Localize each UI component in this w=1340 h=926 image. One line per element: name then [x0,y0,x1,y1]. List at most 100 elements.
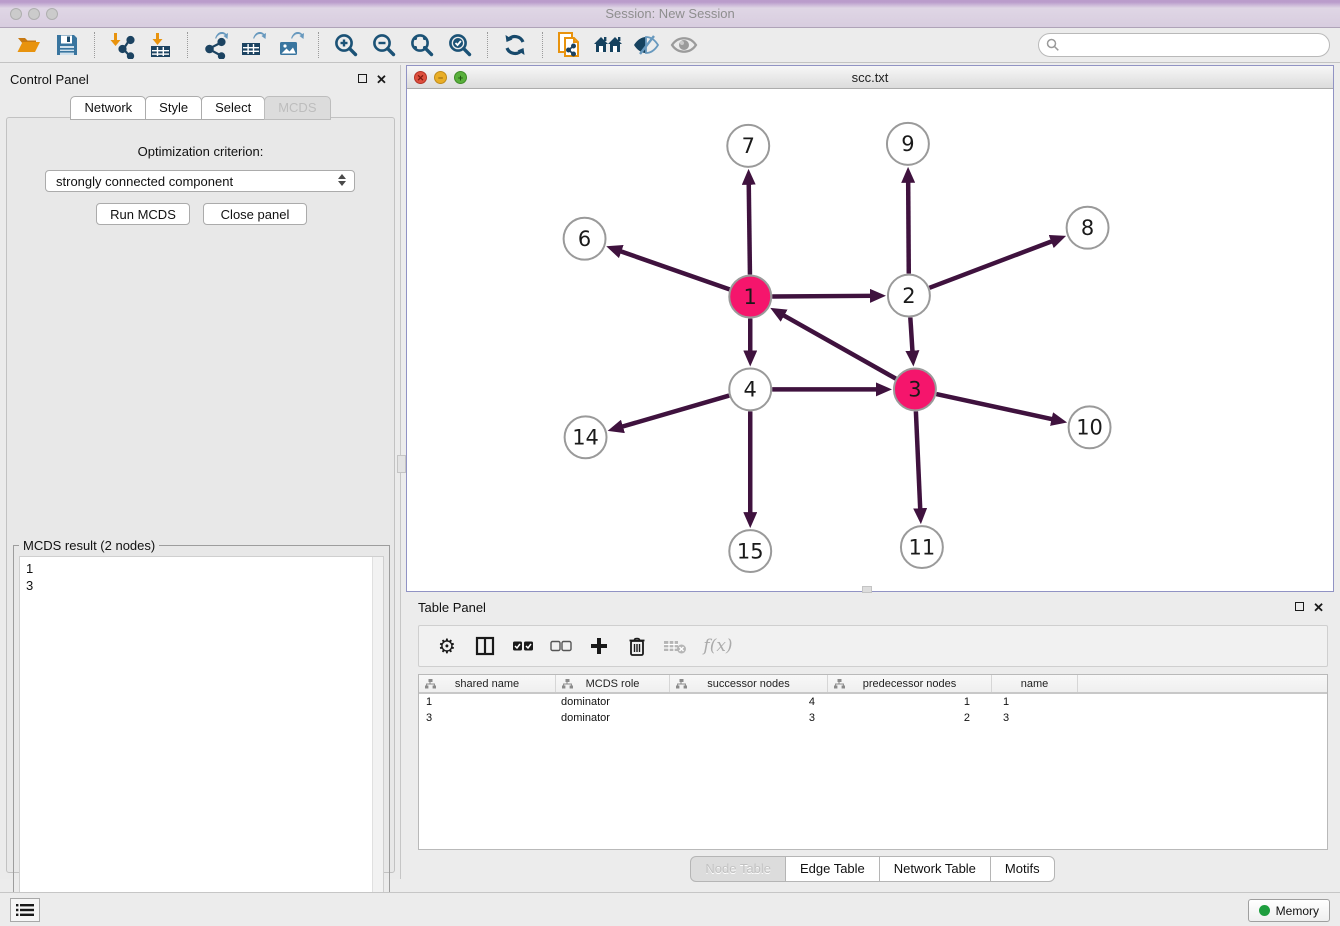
graph-edge-1-2[interactable] [772,296,873,297]
graph-edge-4-14[interactable] [620,396,729,428]
table-cell[interactable]: 3 [670,712,828,724]
graph-edge-3-10[interactable] [936,394,1054,420]
table-cell[interactable]: 4 [670,696,828,708]
columns-icon[interactable] [471,632,499,660]
float-table-panel-icon[interactable] [1295,602,1304,611]
table-cell[interactable]: 1 [419,696,556,708]
table-cell[interactable]: 3 [992,712,1078,724]
close-panel-icon[interactable]: ✕ [376,74,387,85]
zoom-in-icon[interactable] [331,30,361,60]
column-header-mcds-role[interactable]: MCDS role [556,675,670,692]
mcds-result-text[interactable]: 13 [19,556,384,919]
table-row[interactable]: 1dominator411 [419,694,1327,710]
graph-node-label: 14 [572,426,599,450]
network-canvas[interactable]: 7968124314101511 [407,89,1333,591]
search-field-wrap [1038,33,1330,57]
criterion-select[interactable]: strongly connected component [45,170,355,192]
graph-edge-1-7[interactable] [749,182,750,275]
copy-network-icon[interactable] [555,30,585,60]
tab-mcds[interactable]: MCDS [264,96,330,120]
result-line: 1 [26,560,377,577]
graph-edge-3-1[interactable] [782,314,896,378]
column-header-predecessor-nodes[interactable]: predecessor nodes [828,675,992,692]
window-title: Session: New Session [0,6,1340,21]
tab-node-table[interactable]: Node Table [690,856,786,882]
folder-open-icon[interactable] [14,30,44,60]
select-all-checkboxes-icon[interactable] [509,632,537,660]
add-row-icon[interactable] [585,632,613,660]
task-history-button[interactable] [10,898,40,922]
zoom-fit-icon[interactable] [407,30,437,60]
table-cell[interactable]: 3 [419,712,556,724]
mcds-result-box: MCDS result (2 nodes) 13 [13,545,390,925]
memory-button[interactable]: Memory [1248,899,1330,922]
eye-slash-icon[interactable] [631,30,661,60]
toolbar-divider [94,32,95,58]
graph-edge-2-8[interactable] [929,240,1054,287]
tab-style[interactable]: Style [145,96,202,120]
column-header-successor-nodes[interactable]: successor nodes [670,675,828,692]
tab-network[interactable]: Network [70,96,146,120]
table-export-icon[interactable] [238,30,268,60]
vertical-splitter-handle[interactable] [397,455,406,473]
control-panel-title: Control Panel [10,72,89,87]
tab-select[interactable]: Select [201,96,265,120]
toolbar-divider [487,32,488,58]
memory-label: Memory [1276,904,1319,918]
floppy-save-icon[interactable] [52,30,82,60]
column-header-shared-name[interactable]: shared name [419,675,556,692]
tab-motifs[interactable]: Motifs [990,856,1055,882]
table-body[interactable]: 1dominator4113dominator323 [419,694,1327,726]
table-cell[interactable]: 2 [828,712,992,724]
graph-node-label: 8 [1081,216,1094,240]
network-import-icon[interactable] [107,30,137,60]
graph-edge-2-9[interactable] [908,180,909,274]
graph-node-label: 1 [744,285,757,309]
optimization-criterion-label: Optimization criterion: [7,144,394,159]
column-header-name[interactable]: name [992,675,1078,692]
trash-icon[interactable] [623,632,651,660]
memory-status-icon [1259,905,1270,916]
graph-node-label: 15 [737,539,764,563]
graph-node-label: 11 [909,535,936,559]
horizontal-splitter-handle[interactable] [862,586,872,593]
deselect-all-checkboxes-icon[interactable] [547,632,575,660]
result-scrollbar[interactable] [372,557,383,918]
search-input[interactable] [1038,33,1330,57]
graph-edge-3-11[interactable] [916,411,920,511]
zoom-selected-icon[interactable] [445,30,475,60]
zoom-out-icon[interactable] [369,30,399,60]
layout-refresh-icon[interactable] [500,30,530,60]
table-cell[interactable]: 1 [828,696,992,708]
control-panel: Control Panel ✕ Network Style Select MCD… [0,65,401,879]
close-panel-button[interactable]: Close panel [203,203,307,225]
list-icon [16,903,34,917]
close-table-panel-icon[interactable]: ✕ [1313,602,1324,613]
table-import-icon[interactable] [145,30,175,60]
tab-network-table[interactable]: Network Table [879,856,991,882]
table-header-row: shared name MCDS role successor nodes pr… [419,675,1327,694]
node-table[interactable]: shared name MCDS role successor nodes pr… [418,674,1328,850]
float-panel-icon[interactable] [358,74,367,83]
gear-icon[interactable]: ⚙ [433,632,461,660]
mcds-tab-content: Optimization criterion: strongly connect… [6,117,395,873]
column-header-filler [1078,675,1327,692]
network-window-titlebar[interactable]: ✕ − + scc.txt [407,66,1333,89]
tab-edge-table[interactable]: Edge Table [785,856,880,882]
table-cell[interactable]: dominator [556,712,670,724]
network-graph[interactable]: 7968124314101511 [407,89,1333,591]
table-panel-title: Table Panel [418,600,486,615]
table-cell[interactable]: dominator [556,696,670,708]
table-tabs: Node Table Edge Table Network Table Moti… [406,856,1340,882]
graph-edge-2-3[interactable] [910,318,912,354]
network-export-icon[interactable] [200,30,230,60]
window-titlebar: Session: New Session [0,0,1340,28]
graph-edge-1-6[interactable] [618,251,729,290]
houses-icon[interactable] [593,30,623,60]
table-row[interactable]: 3dominator323 [419,710,1327,726]
run-mcds-button[interactable]: Run MCDS [96,203,190,225]
image-export-icon[interactable] [276,30,306,60]
table-cell[interactable]: 1 [992,696,1078,708]
graph-node-label: 3 [908,378,921,402]
hierarchy-icon [834,679,845,689]
